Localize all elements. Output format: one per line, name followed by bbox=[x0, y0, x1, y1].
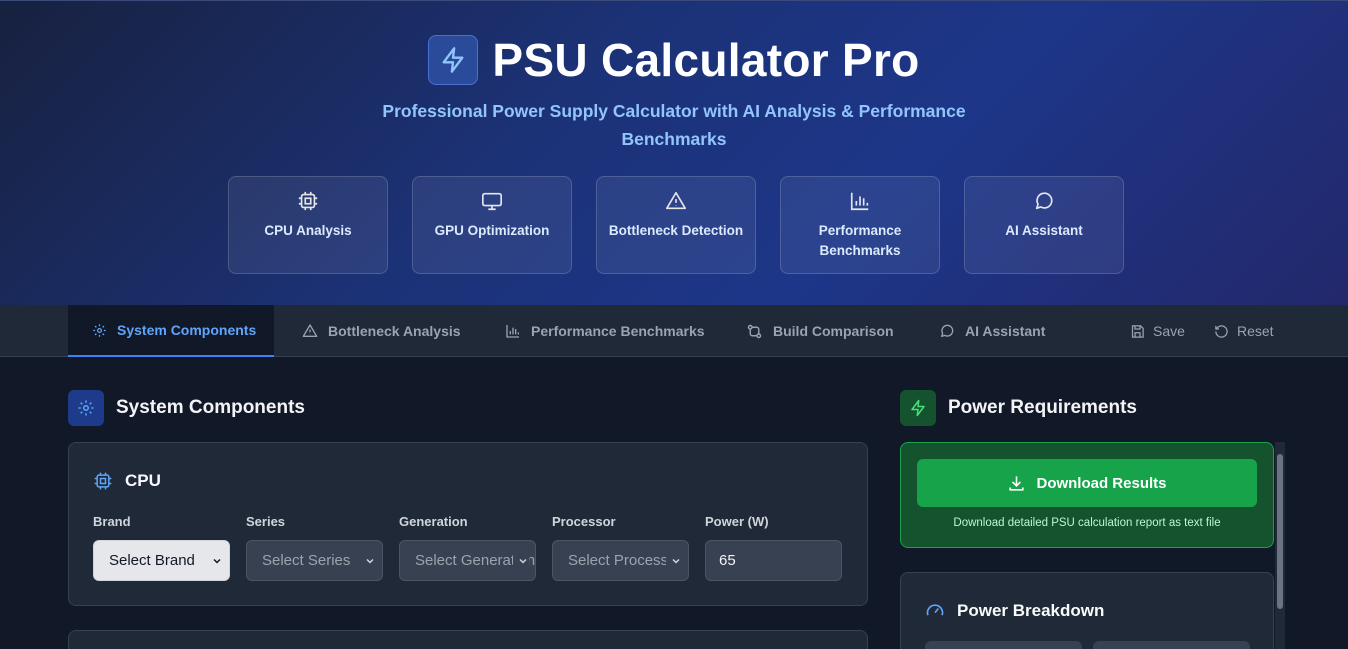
cpu-series-field: Series Select Series bbox=[246, 514, 383, 581]
cpu-brand-select[interactable]: Select Brand bbox=[93, 540, 230, 581]
field-label: Series bbox=[246, 514, 286, 529]
power-breakdown-card: Power Breakdown bbox=[900, 572, 1274, 649]
tab-label: Bottleneck Analysis bbox=[328, 323, 461, 339]
reset-label: Reset bbox=[1237, 323, 1274, 339]
feature-ai-assistant[interactable]: AI Assistant bbox=[964, 176, 1124, 274]
cpu-power-field: Power (W) 65 bbox=[705, 514, 842, 581]
feature-label: Bottleneck Detection bbox=[608, 223, 744, 238]
monitor-icon bbox=[482, 192, 502, 211]
tab-bottleneck-analysis[interactable]: Bottleneck Analysis bbox=[302, 305, 461, 357]
tab-system-components[interactable]: System Components bbox=[68, 305, 274, 357]
cpu-series-select[interactable]: Select Series bbox=[246, 540, 383, 581]
gear-icon bbox=[68, 390, 104, 426]
cpu-generation-select[interactable]: Select Generation bbox=[399, 540, 536, 581]
cpu-processor-field: Processor Select Processor bbox=[552, 514, 689, 581]
main-tab-bar: System Components Bottleneck Analysis Pe… bbox=[0, 305, 1348, 357]
compare-icon bbox=[747, 324, 762, 338]
cpu-card-header: CPU bbox=[93, 471, 161, 491]
save-icon bbox=[1131, 324, 1144, 338]
tab-label: System Components bbox=[117, 322, 257, 338]
reset-button[interactable]: Reset bbox=[1214, 305, 1274, 357]
lightning-icon bbox=[900, 390, 936, 426]
app-title: PSU Calculator Pro bbox=[492, 34, 920, 86]
field-label: Power (W) bbox=[705, 514, 769, 529]
feature-label: GPU Optimization bbox=[434, 223, 550, 238]
cpu-power-input[interactable]: 65 bbox=[705, 540, 842, 581]
feature-cards: CPU Analysis GPU Optimization Bottleneck… bbox=[228, 176, 1124, 274]
gpu-card bbox=[68, 630, 868, 649]
select-value: Select Series bbox=[262, 552, 351, 569]
feature-label: Performance Benchmarks bbox=[818, 223, 902, 258]
feature-cpu-analysis[interactable]: CPU Analysis bbox=[228, 176, 388, 274]
cpu-icon bbox=[298, 191, 318, 211]
select-value: Select Processor bbox=[568, 552, 682, 569]
warning-icon bbox=[302, 324, 318, 337]
download-results-button[interactable]: Download Results bbox=[917, 459, 1257, 507]
lightning-icon bbox=[428, 35, 479, 85]
cpu-card: CPU Brand Select Brand Series Select Ser… bbox=[68, 442, 868, 606]
cpu-brand-field: Brand Select Brand bbox=[93, 514, 230, 581]
select-value: Select Brand bbox=[109, 552, 195, 569]
feature-gpu-optimization[interactable]: GPU Optimization bbox=[412, 176, 572, 274]
bar-chart-icon bbox=[850, 192, 869, 211]
feature-label: AI Assistant bbox=[1005, 223, 1083, 238]
chevron-down-icon bbox=[666, 541, 682, 580]
download-icon bbox=[1009, 475, 1025, 491]
bar-chart-icon bbox=[506, 325, 519, 338]
breakdown-item bbox=[1093, 641, 1250, 649]
gear-icon bbox=[93, 323, 106, 337]
download-note: Download detailed PSU calculation report… bbox=[953, 517, 1221, 529]
field-label: Brand bbox=[93, 514, 131, 529]
field-label: Generation bbox=[399, 514, 468, 529]
chat-icon bbox=[1035, 192, 1053, 210]
tab-label: AI Assistant bbox=[965, 323, 1046, 339]
warning-icon bbox=[666, 191, 686, 210]
breakdown-item bbox=[925, 641, 1082, 649]
feature-label: CPU Analysis bbox=[264, 223, 352, 238]
feature-bottleneck-detection[interactable]: Bottleneck Detection bbox=[596, 176, 756, 274]
section-title: Power Requirements bbox=[948, 397, 1137, 418]
tab-label: Build Comparison bbox=[773, 323, 894, 339]
title-row: PSU Calculator Pro bbox=[0, 33, 1348, 87]
system-components-header: System Components bbox=[68, 390, 305, 426]
cpu-title: CPU bbox=[125, 471, 161, 490]
app-subtitle: Professional Power Supply Calculator wit… bbox=[382, 101, 966, 149]
section-title: System Components bbox=[116, 397, 305, 418]
gauge-icon bbox=[926, 604, 944, 616]
tab-ai-assistant[interactable]: AI Assistant bbox=[939, 305, 1045, 357]
download-card: Download Results Download detailed PSU c… bbox=[900, 442, 1274, 548]
feature-performance-benchmarks[interactable]: Performance Benchmarks bbox=[780, 176, 940, 274]
power-breakdown-title: Power Breakdown bbox=[957, 601, 1105, 620]
save-button[interactable]: Save bbox=[1130, 305, 1185, 357]
save-label: Save bbox=[1153, 323, 1185, 339]
reset-icon bbox=[1215, 324, 1228, 338]
cpu-processor-select[interactable]: Select Processor bbox=[552, 540, 689, 581]
scrollbar-thumb[interactable] bbox=[1277, 454, 1283, 609]
tab-build-comparison[interactable]: Build Comparison bbox=[746, 305, 894, 357]
cpu-generation-field: Generation Select Generation bbox=[399, 514, 536, 581]
chat-icon bbox=[941, 324, 954, 337]
hero-header: PSU Calculator Pro Professional Power Su… bbox=[0, 0, 1348, 305]
power-requirements-header: Power Requirements bbox=[900, 390, 1137, 426]
scrollbar[interactable] bbox=[1275, 442, 1285, 649]
field-label: Processor bbox=[552, 514, 616, 529]
chevron-down-icon bbox=[360, 541, 376, 580]
chevron-down-icon bbox=[513, 541, 529, 580]
chevron-down-icon bbox=[207, 541, 223, 580]
tab-performance-benchmarks[interactable]: Performance Benchmarks bbox=[505, 305, 705, 357]
download-label: Download Results bbox=[1036, 474, 1167, 492]
cpu-icon bbox=[94, 472, 112, 490]
tab-label: Performance Benchmarks bbox=[531, 323, 705, 339]
power-breakdown-header: Power Breakdown bbox=[925, 601, 1104, 621]
